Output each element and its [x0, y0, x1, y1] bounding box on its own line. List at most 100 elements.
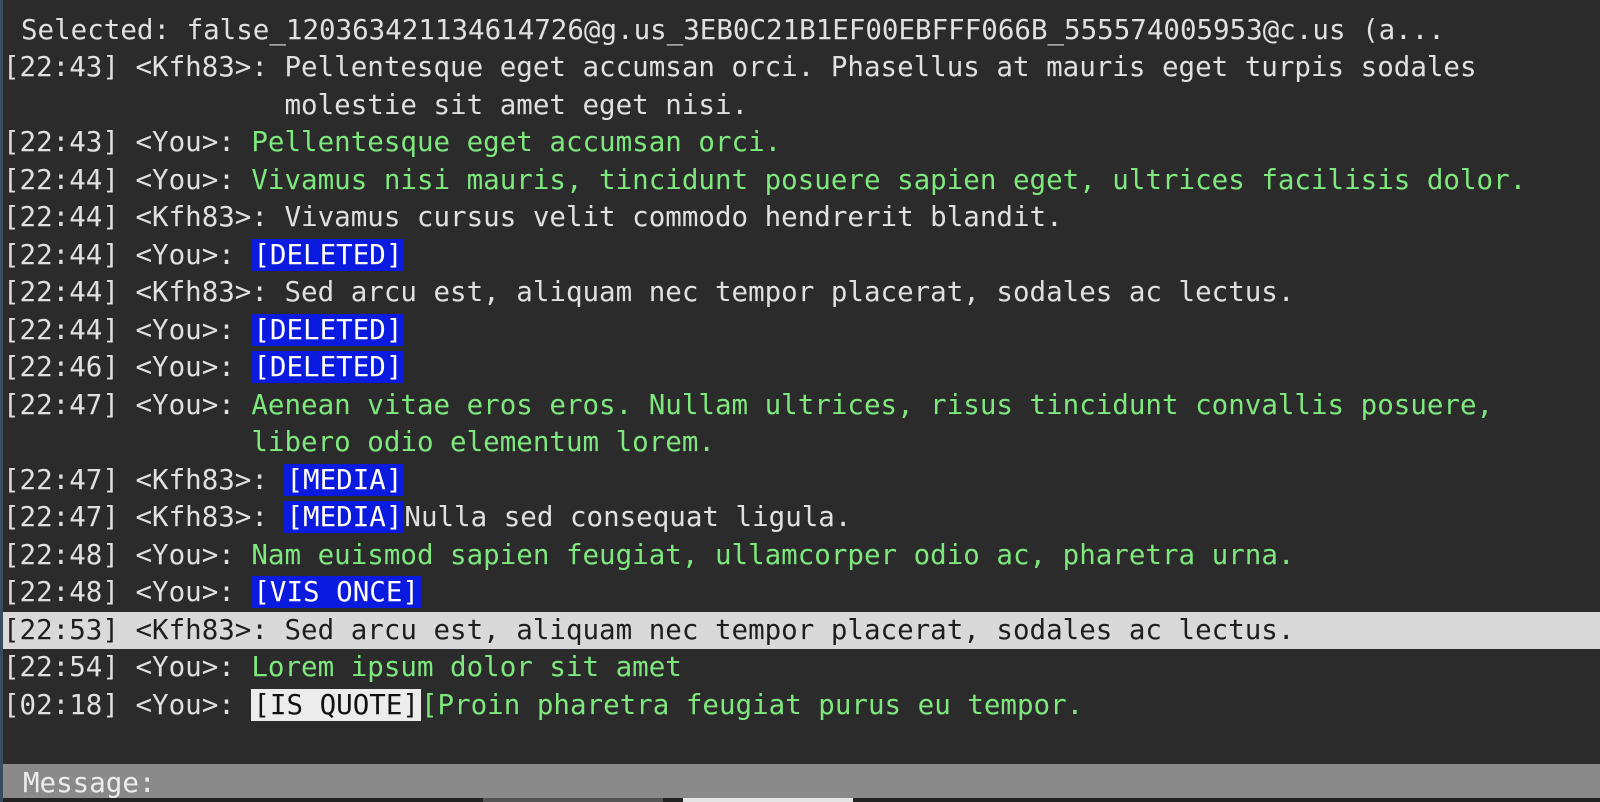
- message-prefix: [22:44] <You>:: [3, 312, 251, 350]
- message-text: Nulla sed consequat ligula.: [404, 501, 852, 533]
- message-row-selected[interactable]: [22:53] <Kfh83>: Sed arcu est, aliquam n…: [3, 611, 1600, 650]
- message-status-tag[interactable]: [DELETED]: [251, 313, 405, 346]
- message-timestamp: [22:47]: [3, 388, 119, 421]
- message-text: Sed arcu est, aliquam nec tempor placera…: [284, 613, 1295, 646]
- message-prefix: [22:54] <You>:: [3, 649, 251, 687]
- message-prefix: [22:44] <Kfh83>:: [3, 274, 284, 312]
- message-sender: <You>:: [135, 126, 235, 158]
- message-text: [Proin pharetra feugiat purus eu tempor.: [420, 688, 1084, 721]
- message-prefix: [22:43] <Kfh83>:: [3, 49, 284, 87]
- message-sender: <You>:: [135, 538, 235, 571]
- message-row[interactable]: [22:44] <You>: [DELETED]: [3, 237, 1600, 275]
- message-prefix: [22:43] <You>:: [3, 124, 251, 162]
- message-sender: <You>:: [135, 576, 235, 608]
- quote-tag[interactable]: [IS QUOTE]: [251, 688, 421, 721]
- message-timestamp: [22:48]: [3, 538, 119, 571]
- message-row[interactable]: [22:47] <Kfh83>: [MEDIA]: [3, 462, 1600, 500]
- message-row[interactable]: [22:47] <You>: Aenean vitae eros eros. N…: [3, 387, 1600, 462]
- message-sender: <You>:: [135, 238, 235, 271]
- selected-chat-header: Selected: false_120363421134614726@g.us_…: [21, 14, 1445, 46]
- message-status-tag[interactable]: [VIS ONCE]: [251, 576, 421, 608]
- message-timestamp: [22:48]: [3, 576, 119, 608]
- message-text: Aenean vitae eros eros. Nullam ultrices,…: [251, 388, 1510, 459]
- message-row[interactable]: [22:47] <Kfh83>: [MEDIA]Nulla sed conseq…: [3, 499, 1600, 537]
- message-status-tag[interactable]: [DELETED]: [251, 238, 405, 271]
- message-body: Sed arcu est, aliquam nec tempor placera…: [284, 274, 1600, 312]
- message-row[interactable]: [22:43] <You>: Pellentesque eget accumsa…: [3, 124, 1600, 162]
- message-status-tag[interactable]: [MEDIA]: [284, 501, 405, 533]
- terminal-window: Selected: false_120363421134614726@g.us_…: [0, 0, 1600, 802]
- message-row[interactable]: [22:44] <You>: [DELETED]: [3, 312, 1600, 350]
- message-timestamp: [02:18]: [3, 688, 119, 721]
- message-sender: <You>:: [135, 388, 235, 421]
- message-timestamp: [22:54]: [3, 651, 119, 683]
- message-sender: <You>:: [135, 651, 235, 683]
- message-timestamp: [22:44]: [3, 238, 119, 271]
- message-body: [DELETED]: [251, 312, 1600, 350]
- message-row[interactable]: [22:44] <Kfh83>: Sed arcu est, aliquam n…: [3, 274, 1600, 312]
- message-text: Vivamus nisi mauris, tincidunt posuere s…: [251, 163, 1527, 196]
- message-timestamp: [22:43]: [3, 126, 119, 158]
- message-text: Lorem ipsum dolor sit amet: [251, 651, 682, 683]
- message-timestamp: [22:47]: [3, 501, 119, 533]
- message-prefix: [22:46] <You>:: [3, 349, 251, 387]
- message-row[interactable]: [22:48] <You>: [VIS ONCE]: [3, 574, 1600, 612]
- message-text: Sed arcu est, aliquam nec tempor placera…: [284, 276, 1295, 308]
- message-timestamp: [22:47]: [3, 463, 119, 496]
- message-body: [DELETED]: [251, 237, 1600, 275]
- message-composer[interactable]: Message:: [3, 764, 1600, 802]
- tab-strip: [3, 798, 1600, 802]
- message-body: Vivamus nisi mauris, tincidunt posuere s…: [251, 162, 1600, 200]
- message-body: Nam euismod sapien feugiat, ullamcorper …: [251, 537, 1600, 575]
- message-prefix: [22:44] <Kfh83>:: [3, 199, 284, 237]
- message-sender: <You>:: [135, 163, 235, 196]
- tab-indicator-active[interactable]: [683, 798, 853, 802]
- message-prefix: [22:44] <You>:: [3, 237, 251, 275]
- message-row[interactable]: [02:18] <You>: [IS QUOTE][Proin pharetra…: [3, 687, 1600, 725]
- message-sender: <You>:: [135, 351, 235, 383]
- message-text: Vivamus cursus velit commodo hendrerit b…: [284, 201, 1063, 233]
- message-row[interactable]: [22:46] <You>: [DELETED]: [3, 349, 1600, 387]
- message-body: [MEDIA]Nulla sed consequat ligula.: [284, 499, 1600, 537]
- message-body: Sed arcu est, aliquam nec tempor placera…: [284, 612, 1600, 650]
- message-list[interactable]: [22:43] <Kfh83>: Pellentesque eget accum…: [3, 49, 1600, 724]
- message-body: [DELETED]: [251, 349, 1600, 387]
- message-text: Pellentesque eget accumsan orci.: [251, 126, 782, 158]
- message-body: Vivamus cursus velit commodo hendrerit b…: [284, 199, 1600, 237]
- message-row[interactable]: [22:44] <You>: Vivamus nisi mauris, tinc…: [3, 162, 1600, 200]
- message-sender: <Kfh83>:: [135, 501, 268, 533]
- message-body: Aenean vitae eros eros. Nullam ultrices,…: [251, 387, 1600, 462]
- message-body: [IS QUOTE][Proin pharetra feugiat purus …: [251, 687, 1600, 725]
- message-label: Message:: [23, 767, 156, 799]
- message-prefix: [22:47] <Kfh83>:: [3, 499, 284, 537]
- message-body: Pellentesque eget accumsan orci.: [251, 124, 1600, 162]
- message-sender: <You>:: [135, 313, 235, 346]
- message-text: Nam euismod sapien feugiat, ullamcorper …: [251, 538, 1295, 571]
- message-row[interactable]: [22:44] <Kfh83>: Vivamus cursus velit co…: [3, 199, 1600, 237]
- message-timestamp: [22:44]: [3, 163, 119, 196]
- message-prefix: [22:47] <You>:: [3, 387, 251, 425]
- message-row[interactable]: [22:43] <Kfh83>: Pellentesque eget accum…: [3, 49, 1600, 124]
- message-prefix: [22:53] <Kfh83>:: [3, 612, 284, 650]
- message-body: [VIS ONCE]: [251, 574, 1600, 612]
- message-body: Lorem ipsum dolor sit amet: [251, 649, 1600, 687]
- message-sender: <You>:: [135, 688, 235, 721]
- message-timestamp: [22:44]: [3, 201, 119, 233]
- message-timestamp: [22:46]: [3, 351, 119, 383]
- message-text: Pellentesque eget accumsan orci. Phasell…: [284, 51, 1494, 121]
- message-timestamp: [22:53]: [3, 613, 119, 646]
- message-body: [MEDIA]: [284, 462, 1600, 500]
- message-row[interactable]: [22:54] <You>: Lorem ipsum dolor sit ame…: [3, 649, 1600, 687]
- message-timestamp: [22:43]: [3, 51, 119, 83]
- message-status-tag[interactable]: [MEDIA]: [284, 463, 405, 496]
- message-status-tag[interactable]: [DELETED]: [251, 351, 405, 383]
- message-input[interactable]: [172, 767, 1477, 800]
- message-prefix: [22:47] <Kfh83>:: [3, 462, 284, 500]
- message-sender: <Kfh83>:: [135, 51, 268, 83]
- message-row[interactable]: [22:48] <You>: Nam euismod sapien feugia…: [3, 537, 1600, 575]
- tab-indicator[interactable]: [483, 798, 663, 802]
- message-sender: <Kfh83>:: [135, 276, 268, 308]
- message-timestamp: [22:44]: [3, 276, 119, 308]
- message-prefix: [02:18] <You>:: [3, 687, 251, 725]
- message-sender: <Kfh83>:: [135, 613, 268, 646]
